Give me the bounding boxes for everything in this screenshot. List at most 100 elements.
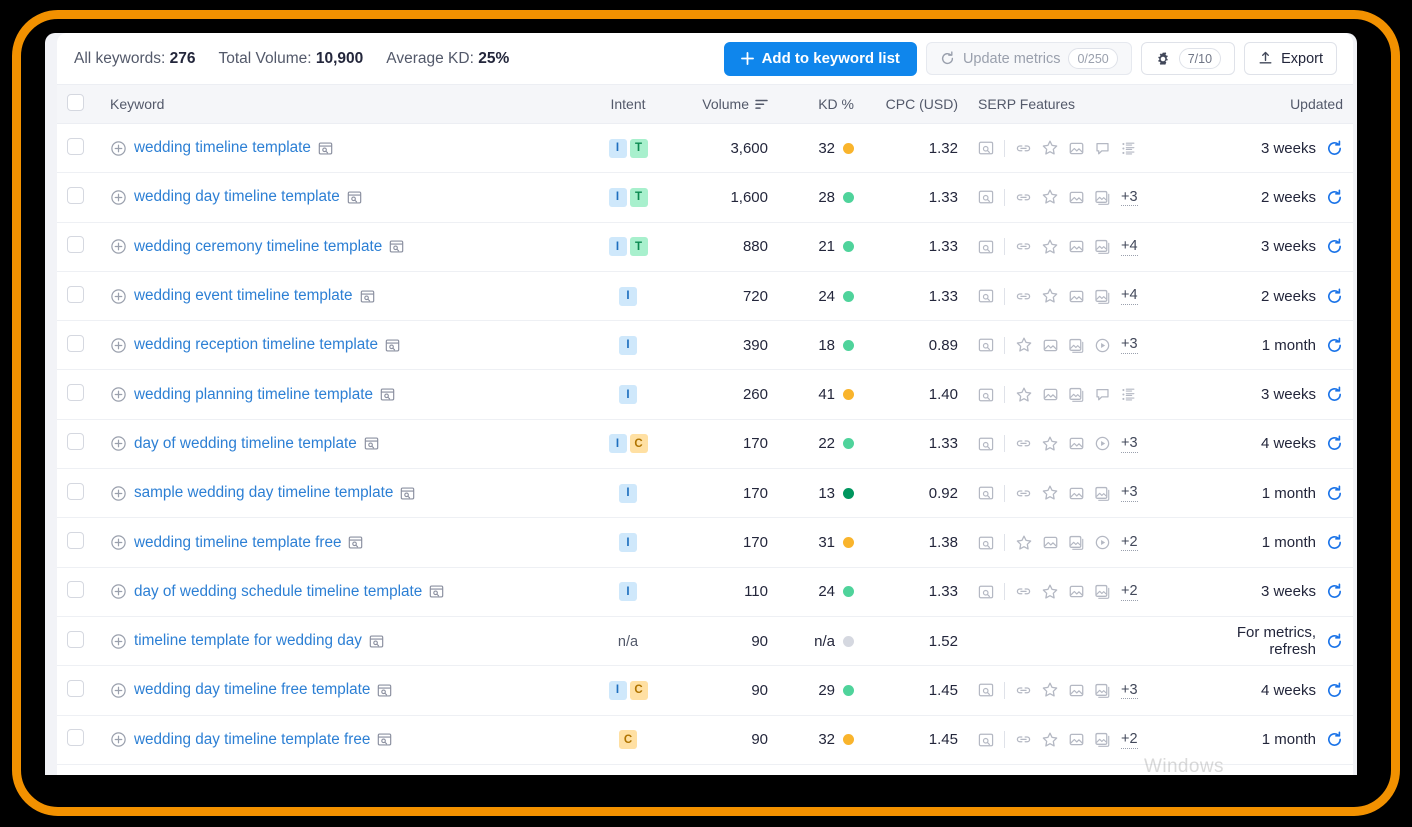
serp-preview-icon[interactable] <box>348 535 363 550</box>
keyword-link[interactable]: day of wedding timeline template <box>134 435 357 453</box>
keyword-link[interactable]: timeline template for wedding day <box>134 632 362 650</box>
serp-more-count[interactable]: +2 <box>1121 534 1138 552</box>
serp-feature-sitelinks-icon[interactable] <box>1015 189 1032 206</box>
serp-feature-people-also-ask-icon[interactable] <box>1094 140 1111 157</box>
serp-feature-sitelinks-icon[interactable] <box>1015 140 1032 157</box>
serp-analysis-icon[interactable] <box>978 288 994 304</box>
add-keyword-icon[interactable] <box>110 288 127 305</box>
keyword-link[interactable]: wedding day timeline free template <box>134 681 370 699</box>
column-header-kd[interactable]: KD % <box>778 84 864 124</box>
serp-feature-sitelinks-icon[interactable] <box>1015 682 1032 699</box>
serp-feature-image-pack-icon[interactable] <box>1068 534 1085 551</box>
keyword-link[interactable]: wedding timeline template <box>134 139 311 157</box>
serp-feature-reviews-icon[interactable] <box>1041 484 1059 502</box>
serp-more-count[interactable]: +4 <box>1121 238 1138 256</box>
add-keyword-icon[interactable] <box>110 435 127 452</box>
serp-analysis-icon[interactable] <box>978 387 994 403</box>
add-keyword-icon[interactable] <box>110 682 127 699</box>
row-refresh-icon[interactable] <box>1326 337 1343 354</box>
add-keyword-icon[interactable] <box>110 238 127 255</box>
serp-feature-list-icon[interactable] <box>1120 386 1137 403</box>
serp-analysis-icon[interactable] <box>978 535 994 551</box>
intent-badge[interactable]: T <box>629 237 648 257</box>
column-header-serp-features[interactable]: SERP Features <box>968 84 1183 124</box>
serp-preview-icon[interactable] <box>377 732 392 747</box>
intent-badge[interactable]: I <box>608 138 627 158</box>
serp-feature-image-pack-icon[interactable] <box>1094 288 1111 305</box>
add-keyword-icon[interactable] <box>110 189 127 206</box>
serp-feature-reviews-icon[interactable] <box>1015 534 1033 552</box>
settings-button[interactable]: 7/10 <box>1140 42 1236 75</box>
row-checkbox[interactable] <box>67 630 84 648</box>
serp-preview-icon[interactable] <box>385 338 400 353</box>
row-checkbox[interactable] <box>67 236 84 254</box>
serp-preview-icon[interactable] <box>400 486 415 501</box>
add-keyword-icon[interactable] <box>110 140 127 157</box>
table-row[interactable]: wedding planning timeline template I 260 41… <box>57 369 1353 420</box>
serp-feature-video-icon[interactable] <box>1094 337 1111 354</box>
serp-feature-image-pack-icon[interactable] <box>1094 189 1111 206</box>
table-row[interactable]: wedding reception timeline template I 390 1… <box>57 320 1353 371</box>
serp-feature-reviews-icon[interactable] <box>1041 731 1059 749</box>
intent-badge[interactable]: I <box>619 286 637 306</box>
intent-badge[interactable]: I <box>619 335 637 355</box>
serp-feature-video-icon[interactable] <box>1094 534 1111 551</box>
intent-badge[interactable]: I <box>619 582 637 602</box>
serp-preview-icon[interactable] <box>318 141 333 156</box>
serp-preview-icon[interactable] <box>360 289 375 304</box>
table-row[interactable]: wedding ceremony timeline template I T 880 2… <box>57 222 1353 272</box>
intent-badge[interactable]: I <box>608 187 627 207</box>
serp-feature-reviews-icon[interactable] <box>1041 188 1059 206</box>
serp-feature-list-icon[interactable] <box>1120 140 1137 157</box>
serp-preview-icon[interactable] <box>380 387 395 402</box>
serp-feature-image-pack-icon[interactable] <box>1094 238 1111 255</box>
row-refresh-icon[interactable] <box>1326 386 1343 403</box>
keyword-link[interactable]: day of wedding schedule timeline templat… <box>134 583 422 601</box>
row-checkbox[interactable] <box>67 433 84 451</box>
table-row[interactable]: wedding timeline template free I 170 31 1.38… <box>57 517 1353 568</box>
serp-more-count[interactable]: +2 <box>1121 583 1138 601</box>
table-row[interactable]: wedding day timeline template I T 1,600 28 1.… <box>57 172 1353 223</box>
intent-badge[interactable]: C <box>619 730 637 750</box>
serp-feature-sitelinks-icon[interactable] <box>1015 583 1032 600</box>
keyword-link[interactable]: wedding event timeline template <box>134 287 353 305</box>
row-checkbox[interactable] <box>67 384 84 402</box>
add-keyword-icon[interactable] <box>110 485 127 502</box>
serp-preview-icon[interactable] <box>389 239 404 254</box>
table-row[interactable]: sample wedding day timeline template I 170… <box>57 468 1353 519</box>
select-all-checkbox[interactable] <box>67 94 84 111</box>
intent-badge[interactable]: C <box>629 434 648 454</box>
serp-feature-image-pack-icon[interactable] <box>1094 485 1111 502</box>
table-row[interactable]: timeline template for wedding day n/a 90 n/… <box>57 616 1353 667</box>
serp-more-count[interactable]: +3 <box>1121 435 1138 453</box>
intent-badge[interactable]: I <box>608 237 627 257</box>
serp-feature-reviews-icon[interactable] <box>1041 583 1059 601</box>
add-keyword-icon[interactable] <box>110 583 127 600</box>
add-to-keyword-list-button[interactable]: Add to keyword list <box>723 41 917 76</box>
serp-more-count[interactable]: +2 <box>1121 731 1138 749</box>
serp-more-count[interactable]: +3 <box>1121 336 1138 355</box>
serp-analysis-icon[interactable] <box>978 189 994 205</box>
table-row[interactable]: wedding day timeline free template I C 90 29… <box>57 665 1353 716</box>
serp-feature-image-icon[interactable] <box>1068 583 1085 600</box>
serp-feature-reviews-icon[interactable] <box>1015 336 1033 354</box>
serp-more-count[interactable]: +3 <box>1121 682 1138 700</box>
serp-feature-video-icon[interactable] <box>1094 435 1111 452</box>
keyword-link[interactable]: wedding ceremony timeline template <box>134 238 382 256</box>
row-checkbox[interactable] <box>67 137 84 155</box>
table-row[interactable]: wedding timeline template I T 3,600 32 1.32 3 … <box>57 123 1353 174</box>
intent-badge[interactable]: I <box>619 385 637 405</box>
keyword-link[interactable]: wedding timeline template free <box>134 534 341 552</box>
export-button[interactable]: Export <box>1244 42 1337 75</box>
intent-badge[interactable]: I <box>608 434 627 454</box>
serp-feature-reviews-icon[interactable] <box>1041 435 1059 453</box>
row-checkbox[interactable] <box>67 729 84 747</box>
serp-feature-image-icon[interactable] <box>1068 682 1085 699</box>
intent-badge[interactable]: I <box>619 483 637 503</box>
serp-feature-image-pack-icon[interactable] <box>1094 682 1111 699</box>
add-keyword-icon[interactable] <box>110 386 127 403</box>
serp-feature-sitelinks-icon[interactable] <box>1015 288 1032 305</box>
row-checkbox[interactable] <box>67 285 84 303</box>
column-header-keyword[interactable]: Keyword <box>100 84 584 124</box>
serp-feature-image-pack-icon[interactable] <box>1068 386 1085 403</box>
